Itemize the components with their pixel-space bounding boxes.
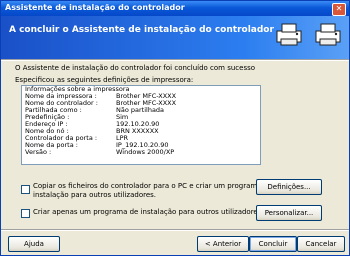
footer-separator bbox=[1, 229, 349, 231]
close-button[interactable]: ✕ bbox=[332, 3, 346, 16]
banner-heading: A concluir o Assistente de instalação do… bbox=[9, 25, 274, 35]
create-installer-checkbox[interactable] bbox=[21, 209, 30, 218]
personalize-button[interactable]: Personalizar... bbox=[256, 205, 322, 221]
definitions-button[interactable]: Definições... bbox=[256, 179, 322, 195]
create-installer-label: Criar apenas um programa de instalação p… bbox=[33, 208, 264, 216]
copy-driver-label-line1: Copiar os ficheiros do controlador para … bbox=[33, 182, 273, 190]
network-printer-icon bbox=[315, 23, 341, 46]
wizard-banner: A concluir o Assistente de instalação do… bbox=[1, 16, 349, 59]
title-bar[interactable]: Assistente de instalação do controlador … bbox=[1, 1, 349, 16]
back-button[interactable]: < Anterior bbox=[197, 236, 249, 252]
status-message: O Assistente de instalação do controlado… bbox=[15, 64, 256, 72]
printer-settings-list[interactable]: Informações sobre a impressora Nome da i… bbox=[21, 85, 261, 165]
cancel-button[interactable]: Cancelar bbox=[297, 236, 345, 252]
banner-separator bbox=[1, 59, 349, 61]
installer-window: Assistente de instalação do controlador … bbox=[0, 0, 350, 256]
list-item: Versão : Windows 2000/XP bbox=[22, 149, 260, 156]
setting-key: Versão : bbox=[25, 148, 52, 156]
printer-icon bbox=[276, 23, 302, 46]
setting-value: Windows 2000/XP bbox=[116, 148, 175, 156]
finish-button[interactable]: Concluir bbox=[249, 236, 297, 252]
window-title: Assistente de instalação do controlador bbox=[5, 3, 185, 12]
copy-driver-checkbox[interactable] bbox=[21, 185, 30, 194]
help-button[interactable]: Ajuda bbox=[8, 236, 60, 252]
copy-driver-label-line2: instalação para outros utilizadores. bbox=[33, 191, 157, 199]
settings-caption: Especificou as seguintes definições de i… bbox=[15, 76, 194, 84]
